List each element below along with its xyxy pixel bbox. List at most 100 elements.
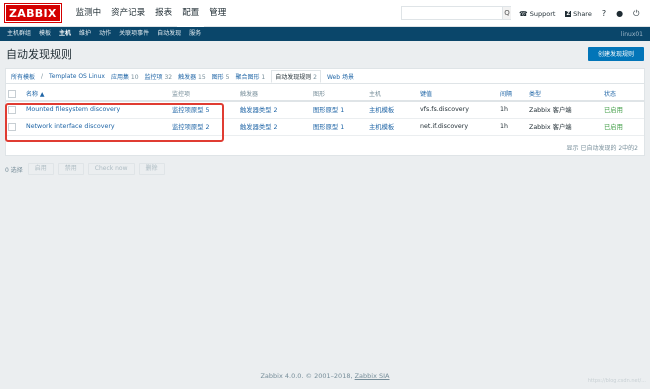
footer-text: Zabbix 4.0.0. © 2001–2018, (260, 372, 353, 380)
row-graphs-cell: 图形原型 1 (311, 118, 367, 136)
tab-label: 聚合图形 (235, 73, 260, 81)
row-hosts-cell: 主机模板 (367, 118, 418, 136)
sub-menu-hosts[interactable]: 主机 (55, 27, 75, 41)
status-toggle[interactable]: 已启用 (604, 124, 623, 131)
search-input[interactable]: Q (401, 6, 511, 20)
tab-count: 5 (225, 73, 230, 81)
tab-label: Web 场景 (326, 73, 354, 81)
create-discovery-rule-button[interactable]: 创建发现规则 (587, 47, 644, 61)
select-all-cell (6, 87, 24, 102)
share-link[interactable]: Z Share (565, 9, 592, 18)
sub-menu-correlation[interactable]: 关联项事件 (115, 27, 153, 41)
selected-count: 0 选择 (5, 166, 23, 174)
annotation-highlight-box (5, 103, 224, 142)
tab-items[interactable]: 监控项 32 (145, 72, 173, 81)
tab-web-scenarios[interactable]: Web 场景 (327, 72, 354, 81)
share-icon: Z (565, 10, 572, 17)
breadcrumb: 所有模板 / Template OS Linux 应用集 10 监控项 32 触… (6, 69, 644, 84)
support-link[interactable]: ☎ Support (519, 10, 555, 18)
check-now-button[interactable]: Check now (87, 163, 135, 175)
sub-menu-host-groups[interactable]: 主机群组 (3, 27, 35, 41)
tab-screens[interactable]: 聚合图形 1 (235, 72, 265, 81)
select-all-checkbox[interactable] (8, 89, 16, 98)
main-menu-administration[interactable]: 管理 (204, 0, 231, 27)
breadcrumb-separator: / (41, 72, 44, 80)
column-items: 监控项 (170, 87, 238, 102)
column-name[interactable]: 名称 ▲ (24, 87, 170, 102)
sub-menu-actions[interactable]: 动作 (95, 27, 115, 41)
row-status-cell: 已启用 (602, 118, 644, 136)
tab-label: 触发器 (178, 73, 197, 81)
status-toggle[interactable]: 已启用 (604, 107, 623, 114)
tab-discovery-rules[interactable]: 自动发现规则 2 (271, 69, 321, 83)
watermark: https://blog.csdn.net/... (587, 378, 646, 384)
column-hosts: 主机 (367, 87, 418, 102)
row-type-cell: Zabbix 客户端 (527, 118, 602, 136)
server-name: linux01 (620, 30, 643, 38)
column-triggers: 触发器 (238, 87, 311, 102)
tab-graphs[interactable]: 图形 5 (212, 72, 230, 81)
table-summary: 显示 已自动发现的 2中的2 (566, 145, 638, 152)
graph-prototypes-link[interactable]: 图形原型 1 (313, 124, 344, 131)
sub-menu-templates[interactable]: 模板 (35, 27, 55, 41)
main-menu: 监测中 资产记录 报表 配置 管理 (71, 0, 232, 27)
footer-link[interactable]: Zabbix SIA (355, 372, 390, 380)
row-triggers-cell: 触发器类型 2 (238, 118, 311, 136)
row-key-cell: net.if.discovery (418, 118, 498, 136)
trigger-prototypes-link[interactable]: 触发器类型 2 (240, 124, 278, 131)
headset-icon: ☎ (519, 9, 528, 18)
enable-button[interactable]: 启用 (27, 163, 54, 175)
sub-menu-services[interactable]: 服务 (185, 27, 205, 41)
page-header: 自动发现规则 创建发现规则 (0, 41, 650, 66)
tab-label: 图形 (211, 73, 224, 81)
page-title: 自动发现规则 (6, 47, 72, 61)
column-interval[interactable]: 间隔 (498, 87, 527, 102)
breadcrumb-all-templates[interactable]: 所有模板 (11, 72, 35, 81)
user-icon[interactable]: ● (616, 9, 623, 18)
main-menu-monitoring[interactable]: 监测中 (71, 0, 107, 27)
tab-count: 2 (313, 73, 317, 81)
tab-count: 32 (164, 73, 173, 81)
host-prototypes-link[interactable]: 主机模板 (369, 124, 394, 131)
power-icon[interactable]: ⏻ (633, 9, 639, 19)
search-icon[interactable]: Q (502, 7, 511, 19)
column-type[interactable]: 类型 (527, 87, 602, 102)
share-label: Share (573, 9, 592, 18)
column-graphs: 图形 (311, 87, 367, 102)
tab-count: 1 (261, 73, 266, 81)
main-menu-reports[interactable]: 报表 (150, 0, 177, 27)
breadcrumb-template[interactable]: Template OS Linux (49, 73, 105, 80)
sub-menu-maintenance[interactable]: 维护 (75, 27, 95, 41)
tab-label: 应用集 (110, 73, 129, 81)
row-key-cell: vfs.fs.discovery (418, 101, 498, 119)
disable-button[interactable]: 禁用 (57, 163, 84, 175)
delete-button[interactable]: 删除 (138, 163, 165, 175)
column-key[interactable]: 键值 (418, 87, 498, 102)
top-links: ☎ Support Z Share ? ● ⏻ (519, 0, 649, 27)
host-prototypes-link[interactable]: 主机模板 (369, 107, 394, 114)
row-interval-cell: 1h (498, 118, 527, 136)
zabbix-logo[interactable]: ZABBIX (4, 3, 62, 23)
row-triggers-cell: 触发器类型 2 (238, 101, 311, 119)
row-type-cell: Zabbix 客户端 (527, 101, 602, 119)
page-footer: Zabbix 4.0.0. © 2001–2018, Zabbix SIA (0, 372, 650, 380)
tab-applications[interactable]: 应用集 10 (111, 72, 139, 81)
tab-label: 监控项 (144, 73, 163, 81)
column-status[interactable]: 状态 (602, 87, 644, 102)
tab-label: 自动发现规则 (275, 73, 312, 81)
sub-menu-discovery[interactable]: 自动发现 (153, 27, 185, 41)
help-icon[interactable]: ? (602, 9, 606, 18)
row-status-cell: 已启用 (602, 101, 644, 119)
tab-count: 10 (130, 73, 139, 81)
row-hosts-cell: 主机模板 (367, 101, 418, 119)
row-interval-cell: 1h (498, 101, 527, 119)
table-header-row: 名称 ▲ 监控项 触发器 图形 主机 键值 间隔 类型 状态 (6, 87, 644, 102)
tab-triggers[interactable]: 触发器 15 (178, 72, 206, 81)
support-label: Support (529, 9, 556, 18)
graph-prototypes-link[interactable]: 图形原型 1 (313, 107, 344, 114)
main-menu-inventory[interactable]: 资产记录 (106, 0, 150, 27)
row-graphs-cell: 图形原型 1 (311, 101, 367, 119)
sub-menu: 主机群组 模板 主机 维护 动作 关联项事件 自动发现 服务 linux01 (0, 27, 650, 41)
main-menu-configuration[interactable]: 配置 (177, 0, 205, 27)
trigger-prototypes-link[interactable]: 触发器类型 2 (240, 107, 278, 114)
